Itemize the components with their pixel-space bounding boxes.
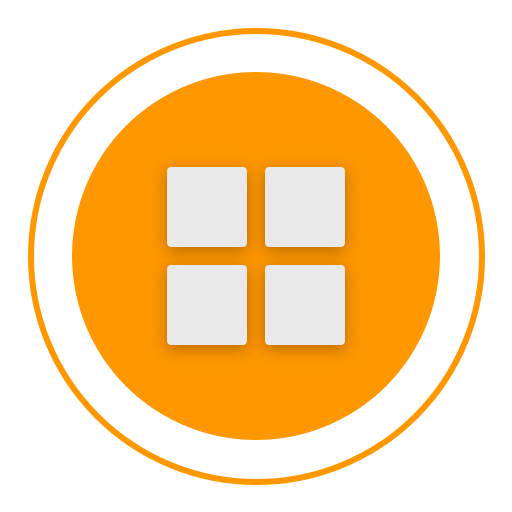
grid-tile-top-left xyxy=(167,167,247,247)
app-grid-launcher-icon[interactable] xyxy=(0,0,512,512)
grid-tile-bottom-left xyxy=(167,265,247,345)
inner-disc xyxy=(72,72,440,440)
grid-tile-top-right xyxy=(265,167,345,247)
grid-tile-bottom-right xyxy=(265,265,345,345)
